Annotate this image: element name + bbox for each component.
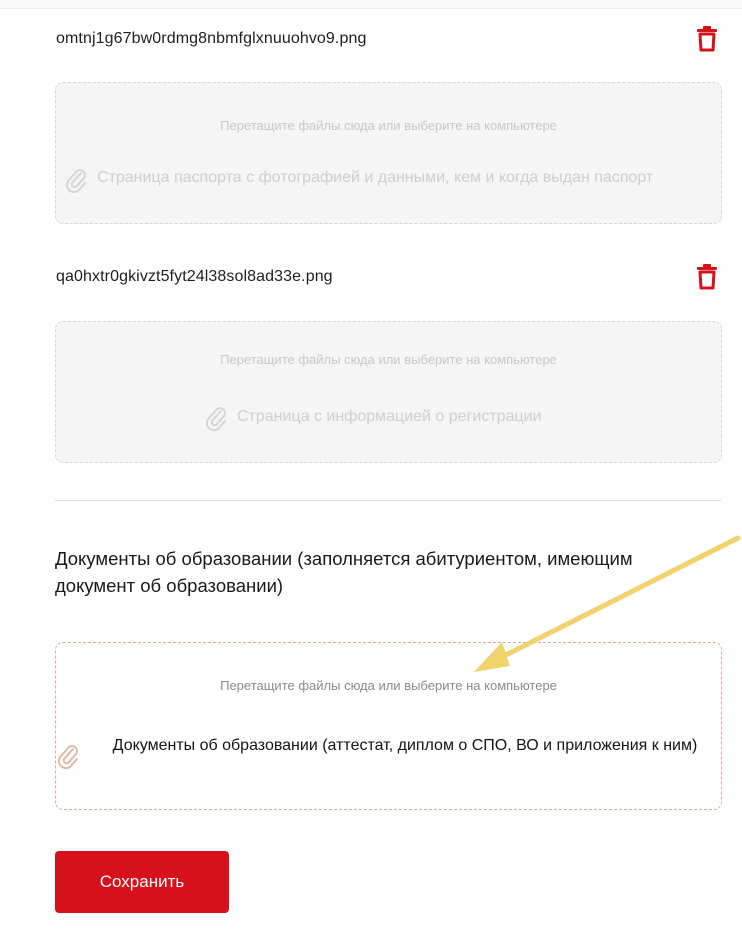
dropzone-label: Страница с информацией о регистрации [237,408,542,425]
file-name: omtnj1g67bw0rdmg8nbmfglxnuuohvo9.png [56,30,367,47]
section-divider [55,500,721,501]
paperclip-icon [58,743,80,769]
trash-icon[interactable] [696,264,718,290]
uploaded-file-row: omtnj1g67bw0rdmg8nbmfglxnuuohvo9.png [56,26,722,54]
dropzone-hint: Перетащите файлы сюда или выберите на ко… [220,118,557,133]
uploaded-file-row: qa0hxtr0gkivzt5fyt24l38sol8ad33e.png [56,264,722,292]
top-edge [0,0,742,9]
trash-icon[interactable] [696,26,718,52]
education-documents-dropzone[interactable]: Перетащите файлы сюда или выберите на ко… [55,642,722,810]
dropzone-label: Страница паспорта с фотографией и данным… [97,169,654,186]
paperclip-icon [206,405,228,431]
save-button[interactable]: Сохранить [55,851,229,913]
paperclip-icon [66,167,88,193]
file-name: qa0hxtr0gkivzt5fyt24l38sol8ad33e.png [56,268,333,285]
registration-dropzone[interactable]: Перетащите файлы сюда или выберите на ко… [55,321,722,463]
dropzone-hint: Перетащите файлы сюда или выберите на ко… [220,352,557,367]
passport-photo-dropzone[interactable]: Перетащите файлы сюда или выберите на ко… [55,82,722,224]
dropzone-label: Документы об образовании (аттестат, дипл… [112,737,698,754]
dropzone-hint: Перетащите файлы сюда или выберите на ко… [220,678,557,693]
section-title: Документы об образовании (заполняется аб… [55,548,633,596]
